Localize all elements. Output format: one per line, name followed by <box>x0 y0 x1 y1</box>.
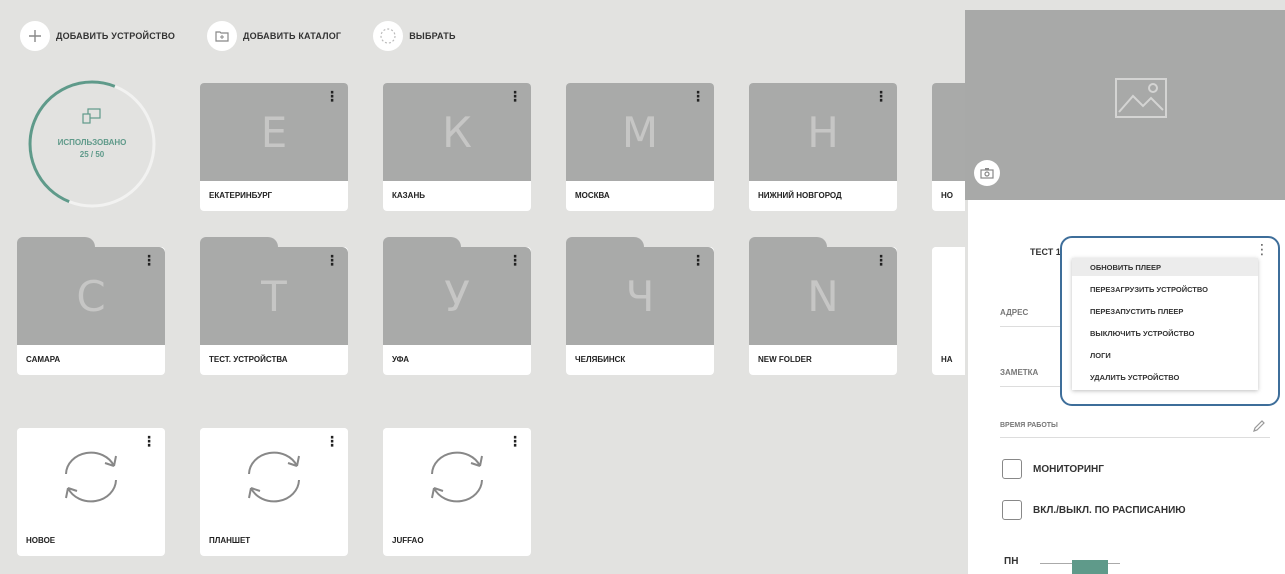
monitoring-label: МОНИТОРИНГ <box>1033 464 1104 475</box>
notes-label: ЗАМЕТКА <box>1000 368 1039 377</box>
menu-item-delete-device[interactable]: УДАЛИТЬ УСТРОЙСТВО <box>1090 373 1179 382</box>
folder-tile[interactable]: Т ⋮ ТЕСТ. УСТРОЙСТВА <box>200 237 348 375</box>
pencil-icon[interactable] <box>1252 419 1266 438</box>
folder-tile[interactable]: У ⋮ УФА <box>383 237 531 375</box>
select-button[interactable]: ВЫБРАТЬ <box>373 21 455 51</box>
tile-thumbnail <box>932 83 965 181</box>
day-label: ПН <box>1004 556 1019 567</box>
folder-tile[interactable]: С ⋮ САМАРА <box>17 237 165 375</box>
device-tile[interactable]: М ⋮ МОСКВА <box>566 83 714 211</box>
tile-name: ПЛАНШЕТ <box>209 536 251 545</box>
add-catalog-label: ДОБАВИТЬ КАТАЛОГ <box>243 31 342 41</box>
device-tile[interactable]: Е ⋮ ЕКАТЕРИНБУРГ <box>200 83 348 211</box>
tile-letter: N <box>807 271 839 321</box>
tile-letter: Е <box>260 107 288 157</box>
image-placeholder-icon <box>1115 78 1167 123</box>
tile-letter: У <box>444 271 470 321</box>
device-context-menu: ОБНОВИТЬ ПЛЕЕР ПЕРЕЗАГРУЗИТЬ УСТРОЙСТВО … <box>1072 258 1258 390</box>
monitoring-checkbox[interactable] <box>1002 459 1022 479</box>
camera-icon[interactable] <box>974 160 1000 186</box>
device-tile[interactable]: ⋮ JUFFAO <box>383 428 531 556</box>
menu-item-restart-player[interactable]: ПЕРЕЗАПУСТИТЬ ПЛЕЕР <box>1090 307 1183 316</box>
tile-thumbnail <box>932 247 965 345</box>
device-tile[interactable]: ⋮ НОВОЕ <box>17 428 165 556</box>
tile-name: ЕКАТЕРИНБУРГ <box>209 191 273 200</box>
tile-name: NEW FOLDER <box>758 355 812 364</box>
tile-name: НА <box>941 355 953 364</box>
more-vert-icon[interactable]: ⋮ <box>1255 241 1269 258</box>
apply-button[interactable] <box>1072 560 1108 574</box>
select-label: ВЫБРАТЬ <box>409 31 456 41</box>
circle-select-icon <box>373 21 404 51</box>
more-vert-icon[interactable]: ⋮ <box>142 434 156 448</box>
tile-name: КАЗАНЬ <box>392 191 425 200</box>
address-label: АДРЕС <box>1000 308 1029 317</box>
toolbar: ДОБАВИТЬ УСТРОЙСТВО ДОБАВИТЬ КАТАЛОГ ВЫБ… <box>20 20 488 52</box>
add-device-button[interactable]: ДОБАВИТЬ УСТРОЙСТВО <box>20 21 175 51</box>
tile-name: УФА <box>392 355 410 364</box>
add-catalog-button[interactable]: ДОБАВИТЬ КАТАЛОГ <box>207 21 341 51</box>
notes-field[interactable] <box>1000 386 1060 387</box>
menu-item-reboot-device[interactable]: ПЕРЕЗАГРУЗИТЬ УСТРОЙСТВО <box>1090 285 1208 294</box>
work-time-label: ВРЕМЯ РАБОТЫ <box>1000 422 1058 429</box>
more-vert-icon[interactable]: ⋮ <box>325 89 339 103</box>
usage-count: 25 / 50 <box>79 150 105 159</box>
more-vert-icon[interactable]: ⋮ <box>691 253 705 267</box>
usage-label: ИСПОЛЬЗОВАНО <box>57 138 127 147</box>
tile-name: НИЖНИЙ НОВГОРОД <box>758 191 842 200</box>
tile-letter: М <box>621 107 659 157</box>
tile-name: МОСКВА <box>575 191 610 200</box>
more-vert-icon[interactable]: ⋮ <box>325 434 339 448</box>
tile-name: ЧЕЛЯБИНСК <box>575 355 626 364</box>
menu-item-logs[interactable]: ЛОГИ <box>1090 351 1111 360</box>
usage-indicator: ИСПОЛЬЗОВАНО 25 / 50 <box>18 78 166 213</box>
device-tile[interactable]: НО <box>932 83 965 211</box>
tile-letter: Ч <box>625 271 655 321</box>
schedule-checkbox[interactable] <box>1002 500 1022 520</box>
tile-name: САМАРА <box>26 355 61 364</box>
tile-letter: К <box>442 107 472 157</box>
address-field[interactable] <box>1000 326 1060 327</box>
more-vert-icon[interactable]: ⋮ <box>508 89 522 103</box>
plus-icon <box>20 21 50 51</box>
tile-name: НОВОЕ <box>26 536 56 545</box>
tile-name: ТЕСТ. УСТРОЙСТВА <box>209 355 288 364</box>
menu-item-update-player[interactable]: ОБНОВИТЬ ПЛЕЕР <box>1090 263 1161 272</box>
folder-icon <box>207 21 238 51</box>
tile-letter: Т <box>261 271 287 321</box>
device-tile[interactable]: НА <box>932 247 965 375</box>
device-tile[interactable]: Н ⋮ НИЖНИЙ НОВГОРОД <box>749 83 897 211</box>
more-vert-icon[interactable]: ⋮ <box>325 253 339 267</box>
folder-tile[interactable]: N ⋮ NEW FOLDER <box>749 237 897 375</box>
device-tile[interactable]: К ⋮ КАЗАНЬ <box>383 83 531 211</box>
device-title: ТЕСТ 1 <box>1030 247 1061 257</box>
tile-name: JUFFAO <box>392 536 424 545</box>
more-vert-icon[interactable]: ⋮ <box>691 89 705 103</box>
device-tile[interactable]: ⋮ ПЛАНШЕТ <box>200 428 348 556</box>
more-vert-icon[interactable]: ⋮ <box>508 434 522 448</box>
tile-letter: С <box>76 271 106 321</box>
folder-tile[interactable]: Ч ⋮ ЧЕЛЯБИНСК <box>566 237 714 375</box>
tile-name: НО <box>941 191 953 200</box>
more-vert-icon[interactable]: ⋮ <box>874 253 888 267</box>
tile-letter: Н <box>807 107 839 157</box>
more-vert-icon[interactable]: ⋮ <box>874 89 888 103</box>
work-time-field[interactable] <box>1000 437 1270 438</box>
menu-item-shutdown-device[interactable]: ВЫКЛЮЧИТЬ УСТРОЙСТВО <box>1090 329 1194 338</box>
more-vert-icon[interactable]: ⋮ <box>142 253 156 267</box>
add-device-label: ДОБАВИТЬ УСТРОЙСТВО <box>56 31 176 41</box>
schedule-label: ВКЛ./ВЫКЛ. ПО РАСПИСАНИЮ <box>1033 505 1186 516</box>
more-vert-icon[interactable]: ⋮ <box>508 253 522 267</box>
